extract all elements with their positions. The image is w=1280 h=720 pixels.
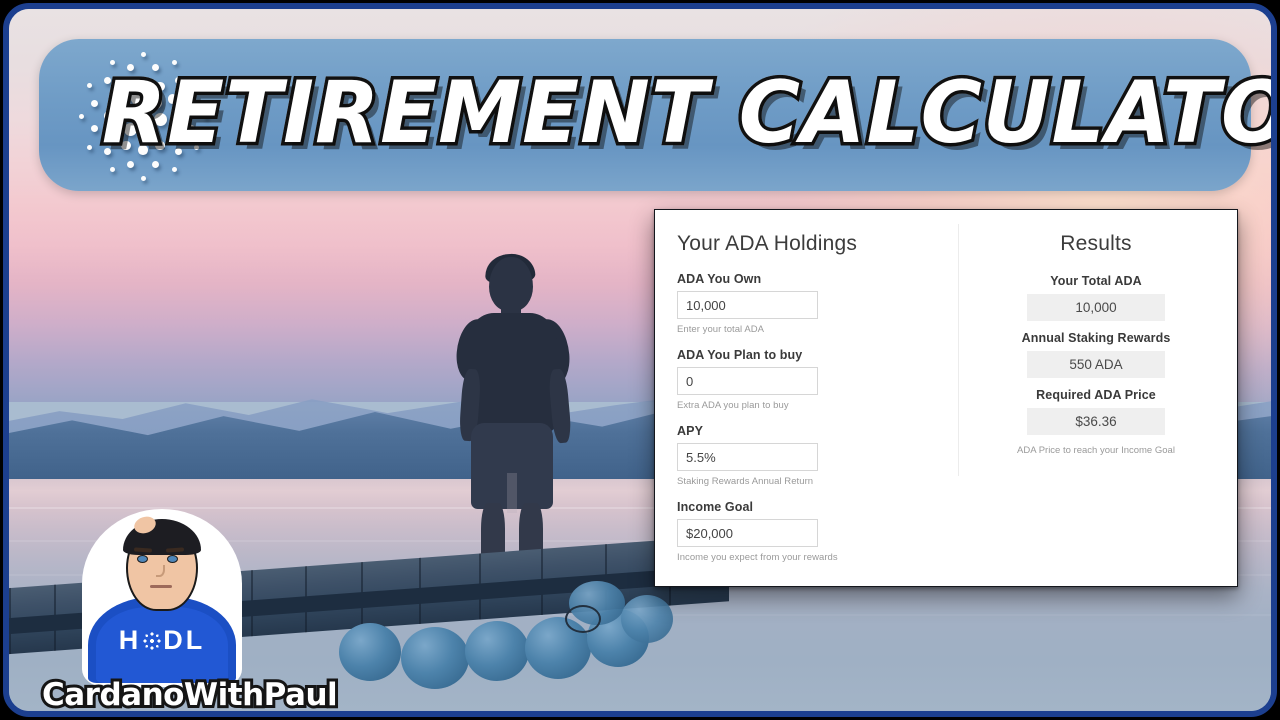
results-column: Results Your Total ADA 10,000 Annual Sta…	[955, 210, 1237, 586]
result-value-required-ada-price: $36.36	[1027, 408, 1165, 435]
channel-name: CardanoWithPaul	[39, 674, 341, 713]
video-thumbnail-frame: RETIREMENT CALCULATOR Your ADA Holdings …	[0, 0, 1280, 720]
input-apy[interactable]	[677, 443, 818, 471]
hint-income-goal: Income you expect from your rewards	[677, 552, 838, 563]
page-title-text: RETIREMENT CALCULATOR	[99, 60, 1271, 167]
result-label-your-total-ada: Your Total ADA	[1050, 274, 1142, 288]
results-hint: ADA Price to reach your Income Goal	[1017, 445, 1175, 456]
hint-ada-plan-to-buy: Extra ADA you plan to buy	[677, 400, 789, 411]
hint-ada-you-own: Enter your total ADA	[677, 324, 765, 335]
shirt-text-right: DL	[163, 625, 206, 655]
input-ada-you-own[interactable]	[677, 291, 818, 319]
title-banner: RETIREMENT CALCULATOR	[39, 37, 1271, 191]
shirt-text-left: H	[118, 625, 142, 655]
avatar: H DL	[82, 509, 242, 687]
shirt-hodl-text: H DL	[88, 625, 236, 656]
results-heading: Results	[1060, 232, 1132, 255]
result-label-annual-staking-rewards: Annual Staking Rewards	[1021, 331, 1171, 345]
result-value-annual-staking-rewards: 550 ADA	[1027, 351, 1165, 378]
result-required-ada-price: Required ADA Price $36.36	[955, 388, 1237, 435]
holdings-heading: Your ADA Holdings	[677, 232, 858, 255]
field-ada-plan-to-buy: ADA You Plan to buy Extra ADA you plan t…	[677, 348, 955, 411]
label-ada-plan-to-buy: ADA You Plan to buy	[677, 348, 803, 362]
hint-apy: Staking Rewards Annual Return	[677, 476, 814, 487]
result-label-required-ada-price: Required ADA Price	[1036, 388, 1156, 402]
page-title: RETIREMENT CALCULATOR	[99, 37, 1271, 189]
bordered-canvas: RETIREMENT CALCULATOR Your ADA Holdings …	[3, 3, 1277, 717]
label-apy: APY	[677, 424, 704, 438]
input-ada-plan-to-buy[interactable]	[677, 367, 818, 395]
holdings-column: Your ADA Holdings ADA You Own Enter your…	[655, 210, 955, 586]
label-income-goal: Income Goal	[677, 500, 754, 514]
retirement-calculator-card: Your ADA Holdings ADA You Own Enter your…	[654, 209, 1238, 587]
label-ada-you-own: ADA You Own	[677, 272, 762, 286]
field-ada-you-own: ADA You Own Enter your total ADA	[677, 272, 955, 335]
dock-rope	[565, 605, 601, 633]
input-income-goal[interactable]	[677, 519, 818, 547]
channel-watermark: H DL CardanoWithPaul	[39, 509, 341, 711]
result-your-total-ada: Your Total ADA 10,000	[955, 274, 1237, 321]
result-annual-staking-rewards: Annual Staking Rewards 550 ADA	[955, 331, 1237, 378]
cardano-logo-icon	[141, 630, 164, 652]
field-apy: APY Staking Rewards Annual Return	[677, 424, 955, 487]
field-income-goal: Income Goal Income you expect from your …	[677, 500, 955, 563]
result-value-your-total-ada: 10,000	[1027, 294, 1165, 321]
